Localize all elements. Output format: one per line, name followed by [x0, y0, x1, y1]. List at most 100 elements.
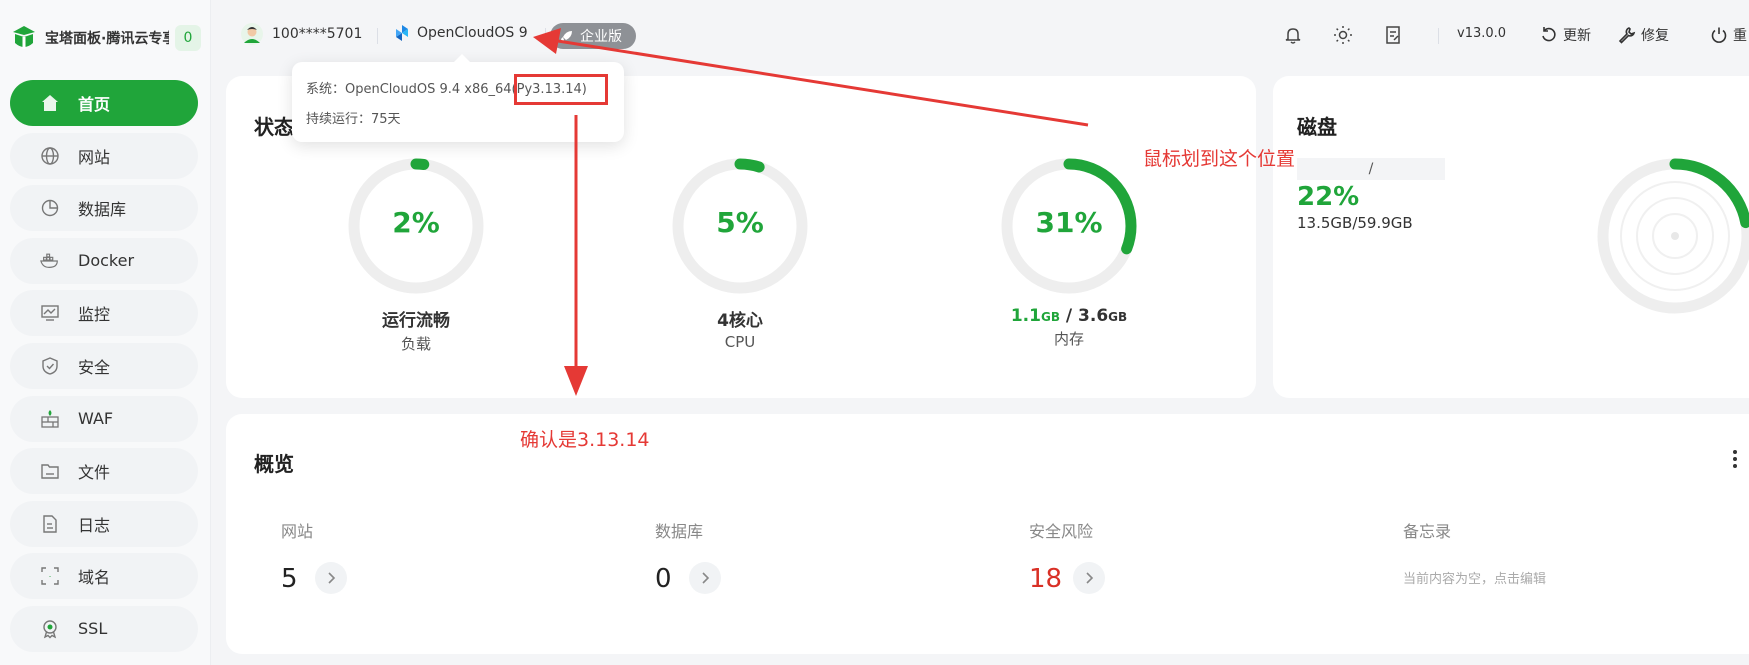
cpu-percent: 5% — [716, 206, 764, 239]
sidebar-item-waf[interactable]: WAF — [10, 395, 198, 442]
disk-percent: 22% — [1297, 182, 1360, 212]
sidebar-item-label: 安全 — [78, 357, 111, 377]
memory-usage: 1.1GB / 3.6GB — [994, 306, 1144, 326]
memo-placeholder[interactable]: 当前内容为空，点击编辑 — [1403, 568, 1546, 587]
update-button[interactable]: 更新 — [1540, 25, 1591, 45]
overview-risk-label: 安全风险 — [1029, 522, 1094, 541]
cpu-sub: CPU — [724, 333, 756, 351]
opencloudos-icon — [396, 25, 408, 41]
sidebar-item-website[interactable]: 网站 — [10, 132, 198, 179]
overview-database-label: 数据库 — [655, 522, 704, 541]
wrench-icon — [1618, 27, 1636, 44]
highlight-box — [514, 74, 608, 105]
sidebar-item-label: SSL — [78, 619, 108, 639]
user-menu[interactable]: 100****5701 — [240, 22, 362, 46]
load-percent: 2% — [392, 206, 440, 239]
sidebar-item-home[interactable]: 首页 — [10, 80, 198, 126]
memory-gauge[interactable]: 31% 1.1GB / 3.6GB 内存 — [994, 156, 1144, 349]
overview-memo-label: 备忘录 — [1403, 522, 1452, 541]
sidebar-nav: 首页 网站 数据库 Docker 监控 安全 WAF 文件 日志 · 域名 SS… — [10, 80, 198, 659]
os-name: OpenCloudOS 9 — [417, 25, 528, 41]
sidebar-item-database[interactable]: 数据库 — [10, 185, 198, 232]
log-icon — [40, 514, 60, 534]
overview-website[interactable]: 网站 5 — [281, 518, 347, 594]
sidebar-item-label: Docker — [78, 251, 135, 271]
rocket-icon — [561, 31, 572, 42]
sidebar-item-files[interactable]: 文件 — [10, 448, 198, 495]
home-icon — [40, 93, 60, 113]
overview-memo[interactable]: 备忘录 当前内容为空，点击编辑 — [1403, 518, 1546, 587]
load-sub: 负载 — [400, 335, 431, 353]
version-label[interactable]: v13.0.0 — [1457, 26, 1506, 41]
bt-logo-icon — [13, 26, 35, 49]
refresh-icon — [1542, 27, 1556, 42]
chevron-right-icon[interactable] — [689, 562, 721, 594]
sidebar-item-monitor[interactable]: 监控 — [10, 290, 198, 337]
theme-sun-icon[interactable] — [1333, 25, 1353, 45]
sidebar-item-label: 监控 — [78, 305, 111, 325]
restart-label: 重 — [1733, 28, 1747, 44]
chevron-right-icon[interactable] — [1073, 562, 1105, 594]
disk-gauge-ring[interactable] — [1595, 156, 1749, 316]
memory-separator: / — [1065, 306, 1073, 326]
power-icon — [1711, 27, 1727, 43]
avatar — [241, 23, 263, 45]
notes-icon[interactable] — [1383, 25, 1403, 45]
shield-icon — [40, 356, 60, 376]
sidebar-item-label: 首页 — [78, 95, 111, 114]
sidebar-item-domain[interactable]: · 域名 — [10, 553, 198, 600]
overview-website-value: 5 — [281, 564, 298, 594]
divider — [377, 28, 378, 44]
ssl-icon — [40, 619, 60, 639]
memory-total-unit: GB — [1108, 310, 1128, 324]
sidebar-item-label: WAF — [78, 409, 114, 429]
memory-total: 3.6 — [1078, 306, 1109, 326]
sidebar-item-docker[interactable]: Docker — [10, 237, 198, 284]
memory-used: 1.1 — [1010, 306, 1041, 326]
load-label: 运行流畅 — [382, 311, 450, 331]
monitor-icon — [40, 303, 60, 323]
waf-icon — [40, 409, 60, 429]
disk-path[interactable]: / — [1297, 158, 1445, 180]
load-gauge[interactable]: 2% 运行流畅 负载 — [346, 156, 486, 354]
memory-used-unit: GB — [1040, 310, 1060, 324]
update-label: 更新 — [1563, 28, 1591, 44]
disk-usage: 13.5GB/59.9GB — [1297, 214, 1413, 232]
sidebar-item-label: 文件 — [78, 463, 111, 483]
cpu-gauge[interactable]: 5% 4核心 CPU — [670, 156, 810, 351]
sidebar-item-label: 网站 — [78, 147, 111, 167]
status-title: 状态 — [254, 115, 294, 139]
sidebar-item-ssl[interactable]: SSL — [10, 605, 198, 652]
tooltip-uptime: 持续运行：75天 — [306, 112, 401, 127]
divider — [545, 28, 546, 44]
brand[interactable]: 宝塔面板·腾讯云专享版 0 — [12, 24, 201, 52]
overview-database[interactable]: 数据库 0 — [655, 518, 721, 594]
domain-icon: · — [40, 566, 60, 586]
disk-card: 磁盘 / 22% 13.5GB/59.9GB — [1273, 76, 1749, 398]
memory-percent: 31% — [1035, 206, 1103, 239]
divider — [1438, 28, 1439, 44]
sidebar-item-security[interactable]: 安全 — [10, 342, 198, 389]
confirm-annotation: 确认是3.13.14 — [520, 429, 650, 451]
repair-button[interactable]: 修复 — [1618, 25, 1669, 45]
sidebar-item-label: 数据库 — [78, 200, 127, 220]
overview-card: 概览 — [226, 414, 1749, 654]
folder-icon — [40, 461, 60, 481]
restart-button[interactable]: 重 — [1710, 25, 1747, 45]
overview-security-risk[interactable]: 安全风险 18 — [1029, 518, 1105, 594]
docker-icon — [40, 251, 60, 271]
chevron-right-icon[interactable] — [315, 562, 347, 594]
sidebar-item-label: 日志 — [78, 515, 111, 535]
brand-count-badge[interactable]: 0 — [175, 25, 201, 51]
enterprise-badge[interactable]: 企业版 — [550, 23, 636, 49]
disk-title: 磁盘 — [1297, 115, 1337, 139]
os-info[interactable]: OpenCloudOS 9 — [393, 24, 528, 42]
enterprise-label: 企业版 — [580, 29, 622, 45]
sidebar-item-logs[interactable]: 日志 — [10, 500, 198, 547]
sidebar: 宝塔面板·腾讯云专享版 0 首页 网站 数据库 Docker — [0, 0, 211, 665]
more-menu-icon[interactable] — [1733, 450, 1737, 468]
svg-text:·: · — [49, 573, 52, 582]
hover-annotation: 鼠标划到这个位置 — [1143, 148, 1296, 170]
bell-icon[interactable] — [1283, 25, 1303, 45]
memory-sub: 内存 — [1053, 330, 1084, 348]
